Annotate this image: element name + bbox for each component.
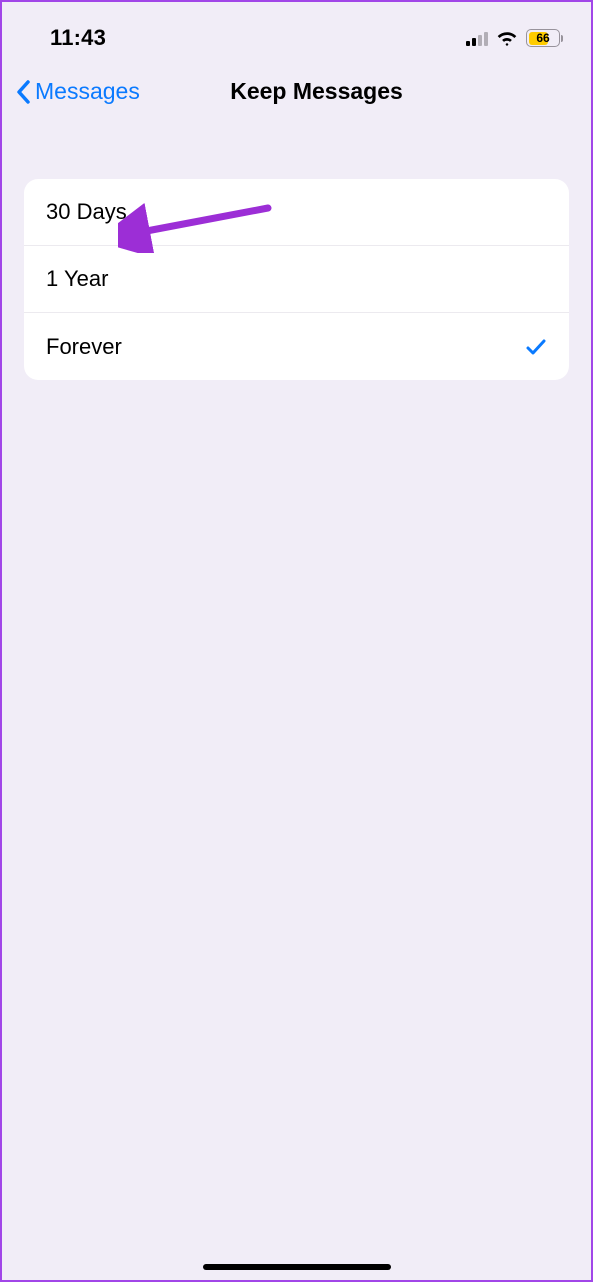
option-label: 1 Year (46, 266, 108, 292)
battery-icon: 66 (526, 29, 563, 47)
back-button[interactable]: Messages (16, 78, 140, 105)
status-indicators: 66 (466, 29, 563, 47)
status-time: 11:43 (50, 25, 106, 51)
navigation-bar: Messages Keep Messages (2, 56, 591, 123)
checkmark-icon (525, 336, 547, 358)
option-label: Forever (46, 334, 122, 360)
option-30-days[interactable]: 30 Days (24, 179, 569, 246)
back-label: Messages (35, 78, 140, 105)
keep-messages-options: 30 Days 1 Year Forever (24, 179, 569, 380)
chevron-left-icon (16, 80, 31, 104)
cellular-icon (466, 31, 488, 46)
wifi-icon (496, 30, 518, 46)
option-forever[interactable]: Forever (24, 313, 569, 380)
status-bar: 11:43 66 (2, 2, 591, 56)
option-1-year[interactable]: 1 Year (24, 246, 569, 313)
option-label: 30 Days (46, 199, 127, 225)
home-indicator[interactable] (203, 1264, 391, 1270)
